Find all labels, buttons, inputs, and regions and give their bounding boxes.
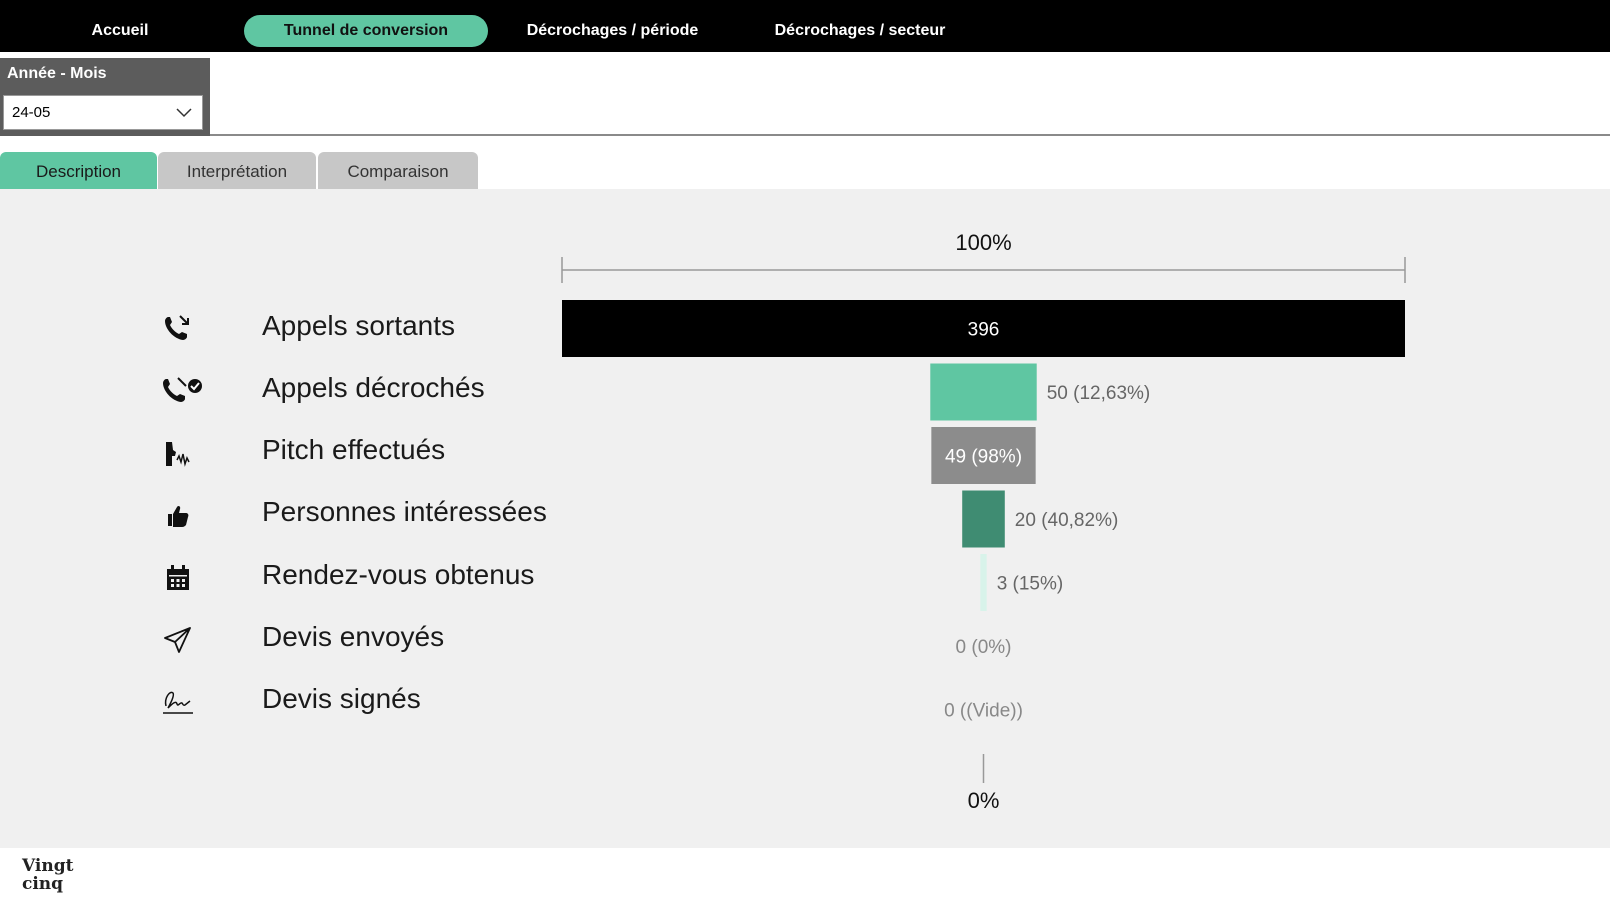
funnel-data-label: 396: [968, 320, 1000, 341]
nav-tunnel-de-conversion[interactable]: Tunnel de conversion: [244, 15, 488, 47]
funnel-bar: [962, 490, 1005, 548]
top-nav: Accueil Tunnel de conversion Décrochages…: [0, 0, 1610, 52]
funnel-data-label: 49 (98%): [945, 447, 1022, 468]
funnel-data-label: 50 (12,63%): [1047, 383, 1151, 404]
funnel-chart: 100% 0% 396 50 (12,63%) 49 (98%) 20 (40,82%)…: [561, 230, 1406, 813]
filter-label: Année - Mois: [7, 65, 107, 82]
scale-top-label: 100%: [955, 230, 1011, 255]
vingt-cinq-logo: Vingt cinq: [21, 856, 74, 894]
year-month-filter: Année - Mois 24-05: [0, 58, 210, 136]
funnel-bar: [930, 363, 1037, 421]
svg-text:cinq: cinq: [22, 874, 63, 894]
header-divider: [210, 134, 1610, 136]
funnel-data-label: 0 (0%): [956, 637, 1012, 658]
funnel-bar: [980, 554, 987, 611]
filter-value: 24-05: [12, 104, 51, 121]
year-month-dropdown[interactable]: 24-05: [3, 95, 203, 130]
svg-text:Vingt: Vingt: [21, 856, 74, 876]
tab-interpretation[interactable]: Interprétation: [158, 152, 316, 190]
nav-decrochages-periode[interactable]: Décrochages / période: [515, 15, 710, 47]
nav-accueil[interactable]: Accueil: [60, 15, 180, 47]
tab-description[interactable]: Description: [0, 152, 157, 190]
chevron-down-icon: [176, 108, 192, 118]
funnel-data-label: 0 ((Vide)): [944, 701, 1023, 722]
scale-bottom-label: 0%: [968, 788, 1000, 813]
funnel-data-label: 20 (40,82%): [1015, 510, 1119, 531]
nav-decrochages-secteur[interactable]: Décrochages / secteur: [760, 15, 960, 47]
funnel-data-label: 3 (15%): [997, 574, 1064, 595]
tab-comparaison[interactable]: Comparaison: [318, 152, 478, 190]
